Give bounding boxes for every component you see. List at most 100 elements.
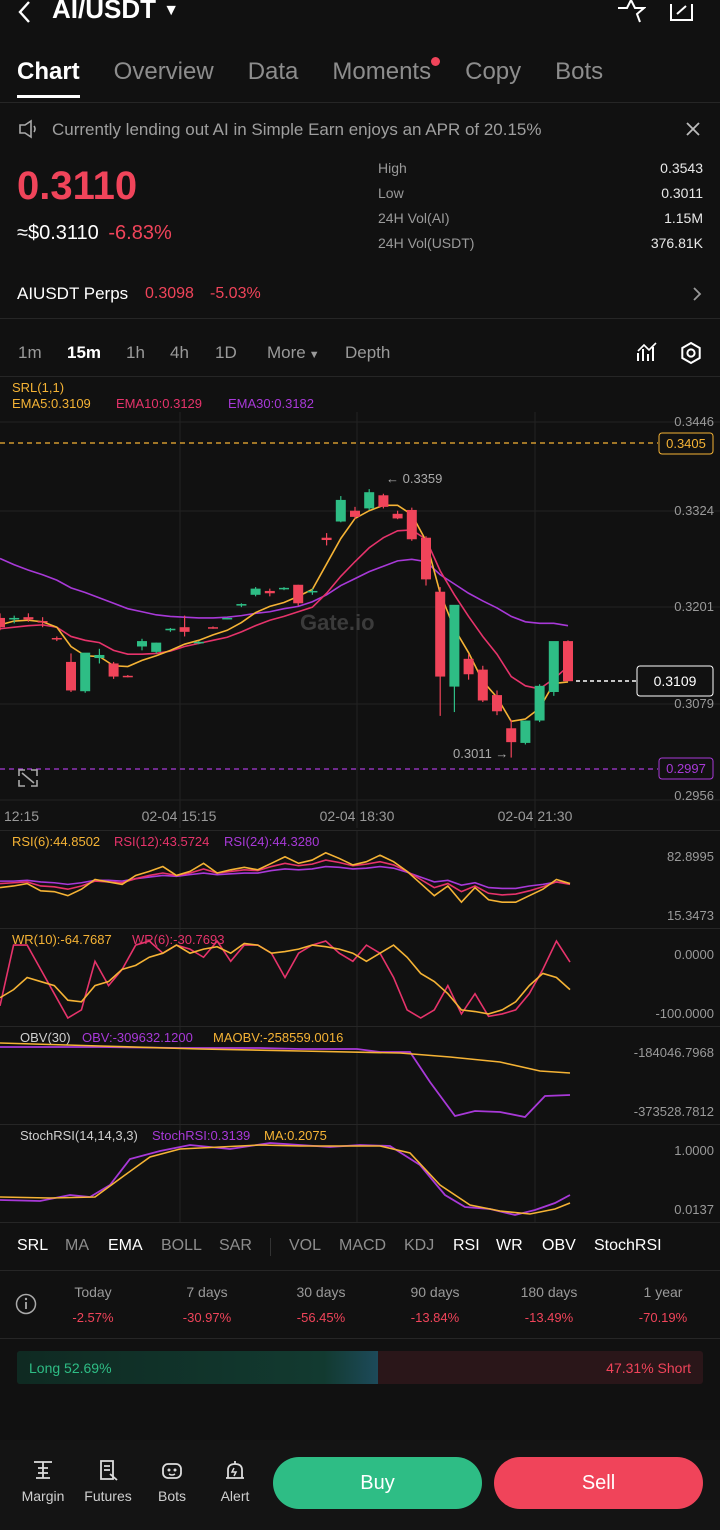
axis-tick: 1.0000 [674, 1143, 714, 1158]
timeframe-more[interactable]: More ▼ [267, 343, 320, 363]
perf-label: 7 days [186, 1284, 228, 1300]
perf-value: -70.19% [638, 1310, 688, 1325]
favorite-star-icon[interactable] [616, 0, 647, 29]
main-tabs: Chart Overview Data Moments Copy Bots [17, 57, 637, 98]
indicator-sar[interactable]: SAR [219, 1237, 252, 1255]
notification-dot [431, 57, 441, 66]
candle-up [364, 492, 375, 509]
candles [0, 489, 573, 758]
notice-bar[interactable]: Currently lending out AI in Simple Earn … [0, 112, 720, 148]
indicator-ema[interactable]: EMA [108, 1237, 143, 1255]
tab-overview[interactable]: Overview [114, 58, 214, 86]
timeframe-4h[interactable]: 4h [170, 343, 189, 363]
maobv-value: MAOBV:-258559.0016 [213, 1030, 343, 1045]
candle-up [193, 641, 204, 644]
divider [0, 1338, 720, 1339]
pair-title[interactable]: AI/USDT ▼ [52, 0, 179, 25]
chart-tools-icon[interactable] [636, 341, 658, 368]
chevron-right-icon [692, 286, 702, 307]
close-icon[interactable] [686, 122, 700, 141]
buy-button[interactable]: Buy [273, 1457, 482, 1509]
info-icon[interactable] [15, 1293, 37, 1320]
indicator-stochrsi[interactable]: StochRSI [594, 1237, 662, 1255]
obv-line [0, 1046, 571, 1118]
obv-legend: OBV(30) [20, 1030, 71, 1045]
tab-chart[interactable]: Chart [17, 58, 80, 98]
price-chart[interactable]: SRL(1,1) EMA5:0.3109 EMA10:0.3129 EMA30:… [0, 376, 720, 828]
candle-up [151, 642, 162, 652]
time-tick: 12:15 [4, 808, 39, 824]
tab-data[interactable]: Data [248, 58, 299, 86]
speaker-icon [18, 119, 40, 144]
srl-upper-value: 0.3405 [666, 436, 706, 451]
stochrsi-ma-value: MA:0.2075 [264, 1128, 327, 1143]
settings-gear-icon[interactable] [679, 341, 703, 370]
candle-down [463, 658, 474, 675]
timeframe-1m[interactable]: 1m [18, 343, 42, 363]
price-change: -6.83% [108, 222, 172, 244]
back-icon[interactable] [14, 0, 38, 24]
stochrsi-legend: StochRSI(14,14,3,3) [20, 1128, 138, 1143]
timeframe-1h[interactable]: 1h [126, 343, 145, 363]
sell-button[interactable]: Sell [494, 1457, 703, 1509]
stat-value: 0.3543 [660, 160, 703, 176]
perf-30d: 30 days -56.45% [266, 1284, 376, 1325]
last-price: 0.3110 [17, 164, 138, 208]
indicator-wr[interactable]: WR [496, 1237, 523, 1255]
short-label: 47.31% Short [606, 1360, 691, 1376]
candle-down [208, 627, 218, 629]
perf-label: 30 days [296, 1284, 346, 1300]
timeframe-depth[interactable]: Depth [345, 343, 390, 363]
perps-row[interactable]: AIUSDT Perps 0.3098 -5.03% [0, 278, 720, 310]
perf-value: -13.84% [410, 1310, 460, 1325]
indicator-macd[interactable]: MACD [339, 1237, 386, 1255]
nav-futures[interactable]: Futures [78, 1458, 138, 1504]
candle-down [378, 495, 389, 507]
indicator-obv[interactable]: OBV [542, 1237, 576, 1255]
perf-label: Today [74, 1284, 112, 1300]
share-icon[interactable] [668, 0, 696, 29]
stat-label: Low [378, 185, 404, 201]
divider [270, 1238, 271, 1256]
ema10-legend: EMA10:0.3129 [116, 396, 202, 411]
perf-label: 180 days [520, 1284, 578, 1300]
tab-bots[interactable]: Bots [555, 58, 603, 86]
stat-value: 376.81K [650, 235, 703, 251]
ema5-legend: EMA5:0.3109 [12, 396, 91, 411]
candle-down [506, 728, 517, 743]
indicator-kdj[interactable]: KDJ [404, 1237, 434, 1255]
stochrsi-value: StochRSI:0.3139 [152, 1128, 250, 1143]
axis-tick: -373528.7812 [634, 1104, 714, 1119]
timeframe-1d[interactable]: 1D [215, 343, 237, 363]
perf-90d: 90 days -13.84% [380, 1284, 490, 1325]
rsi-lines [0, 851, 571, 904]
indicator-vol[interactable]: VOL [289, 1237, 321, 1255]
nav-margin[interactable]: Margin [13, 1458, 73, 1504]
price-axis: 0.3446 0.3324 0.3201 0.3079 0.2956 [674, 414, 714, 803]
tab-moments[interactable]: Moments [332, 57, 441, 86]
indicator-ma[interactable]: MA [65, 1237, 89, 1255]
perf-today: Today -2.57% [38, 1284, 148, 1325]
nav-alert[interactable]: Alert [205, 1458, 265, 1504]
indicator-rsi[interactable]: RSI [453, 1237, 480, 1255]
high-marker: ← 0.3359 [386, 471, 442, 486]
fullscreen-icon[interactable] [18, 769, 38, 787]
axis-tick: -100.0000 [655, 1006, 714, 1021]
candle-down [37, 621, 48, 623]
candle-down [406, 509, 417, 540]
stat-low: Low 0.3011 [378, 185, 703, 201]
axis-tick: 15.3473 [667, 908, 714, 923]
indicator-boll[interactable]: BOLL [161, 1237, 202, 1255]
candle-up [449, 604, 460, 687]
candle-down [23, 617, 34, 620]
stochrsi-panel: StochRSI(14,14,3,3) StochRSI:0.3139 MA:0… [0, 1125, 714, 1222]
tab-label: Moments [332, 58, 432, 85]
nav-bots[interactable]: Bots [142, 1458, 202, 1504]
axis-tick: 0.3446 [674, 414, 714, 429]
caret-down-icon: ▼ [163, 2, 180, 20]
timeframe-15m[interactable]: 15m [67, 343, 101, 363]
stat-high: High 0.3543 [378, 160, 703, 176]
watermark-text: Gate.io [300, 610, 375, 635]
tab-copy[interactable]: Copy [465, 58, 521, 86]
indicator-srl[interactable]: SRL [17, 1237, 48, 1255]
